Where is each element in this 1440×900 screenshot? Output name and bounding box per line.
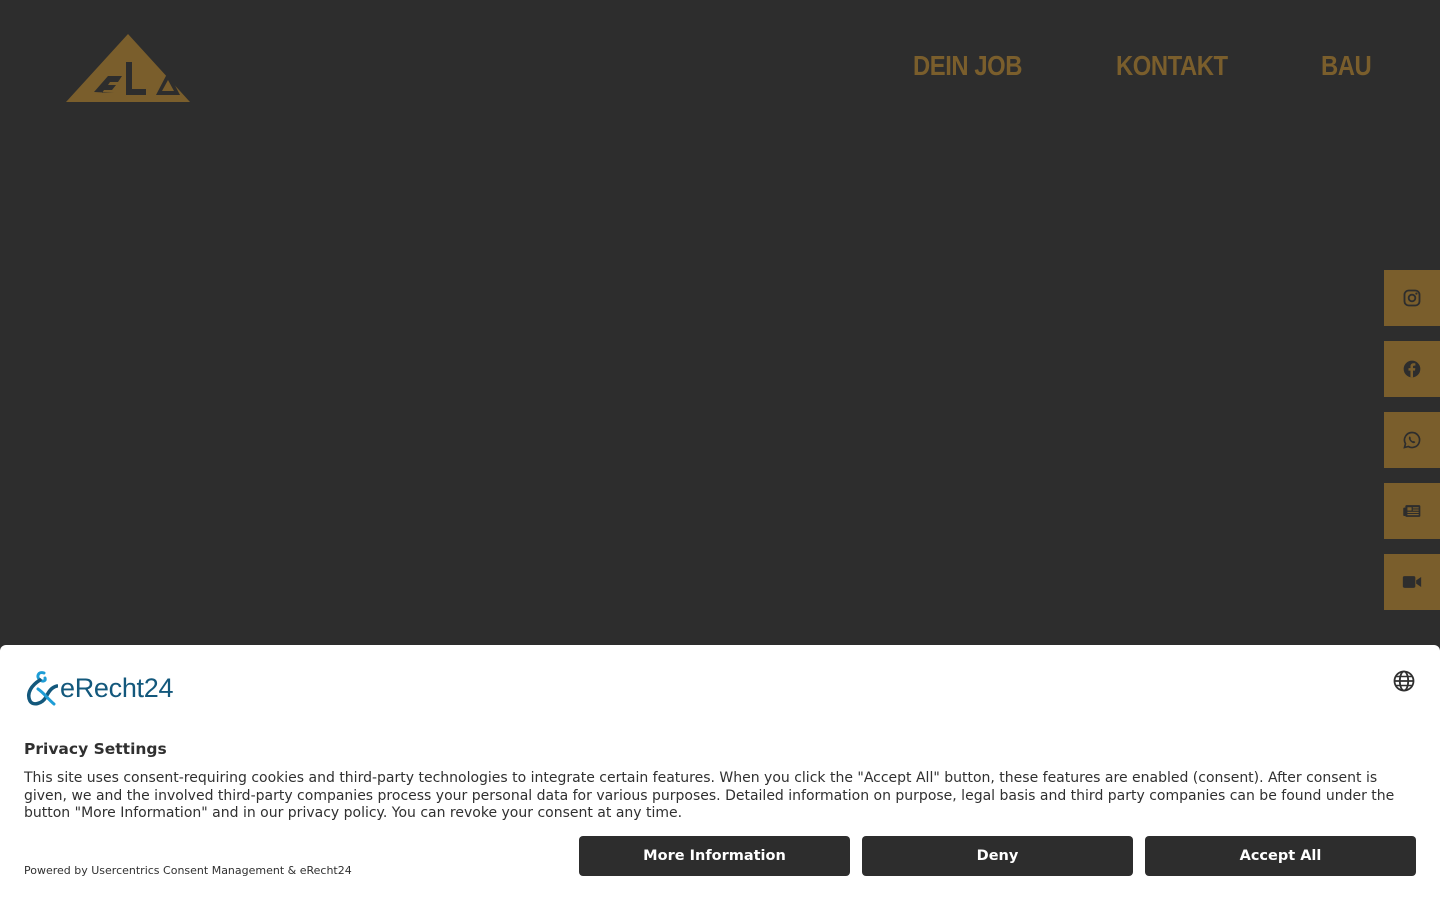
nav-item-bau[interactable]: BAU <box>1321 50 1372 82</box>
deny-button[interactable]: Deny <box>862 836 1133 876</box>
whatsapp-button[interactable] <box>1384 412 1440 468</box>
consent-description: This site uses consent-requiring cookies… <box>24 770 1395 821</box>
main-nav: DEIN JOB KONTAKT BAU <box>913 50 1380 82</box>
consent-banner: eRecht24 Privacy Settings This site uses… <box>0 645 1440 900</box>
whatsapp-icon <box>1403 431 1421 449</box>
accept-all-button[interactable]: Accept All <box>1145 836 1416 876</box>
globe-icon[interactable] <box>1392 669 1416 693</box>
consent-title: Privacy Settings <box>24 740 167 758</box>
nav-item-kontakt[interactable]: KONTAKT <box>1116 50 1228 82</box>
ela-triangle-logo-icon[interactable] <box>64 32 192 104</box>
newspaper-icon <box>1403 505 1421 517</box>
social-sidebar <box>1384 270 1440 610</box>
facebook-icon <box>1403 360 1421 378</box>
brand-name: eRecht24 <box>60 672 174 703</box>
consent-button-row: More Information Deny Accept All <box>579 836 1416 876</box>
nav-item-dein-job[interactable]: DEIN JOB <box>913 50 1022 82</box>
instagram-icon <box>1403 289 1421 307</box>
facebook-button[interactable] <box>1384 341 1440 397</box>
news-button[interactable] <box>1384 483 1440 539</box>
more-information-button[interactable]: More Information <box>579 836 850 876</box>
powered-by-text: Powered by Usercentrics Consent Manageme… <box>24 864 352 877</box>
video-camera-icon <box>1402 576 1422 588</box>
page: DEIN JOB KONTAKT BAU eRecht24 Privacy Se… <box>0 0 1440 900</box>
video-button[interactable] <box>1384 554 1440 610</box>
erecht24-ampersand-icon <box>27 671 58 706</box>
erecht24-logo: eRecht24 <box>24 669 173 707</box>
instagram-button[interactable] <box>1384 270 1440 326</box>
